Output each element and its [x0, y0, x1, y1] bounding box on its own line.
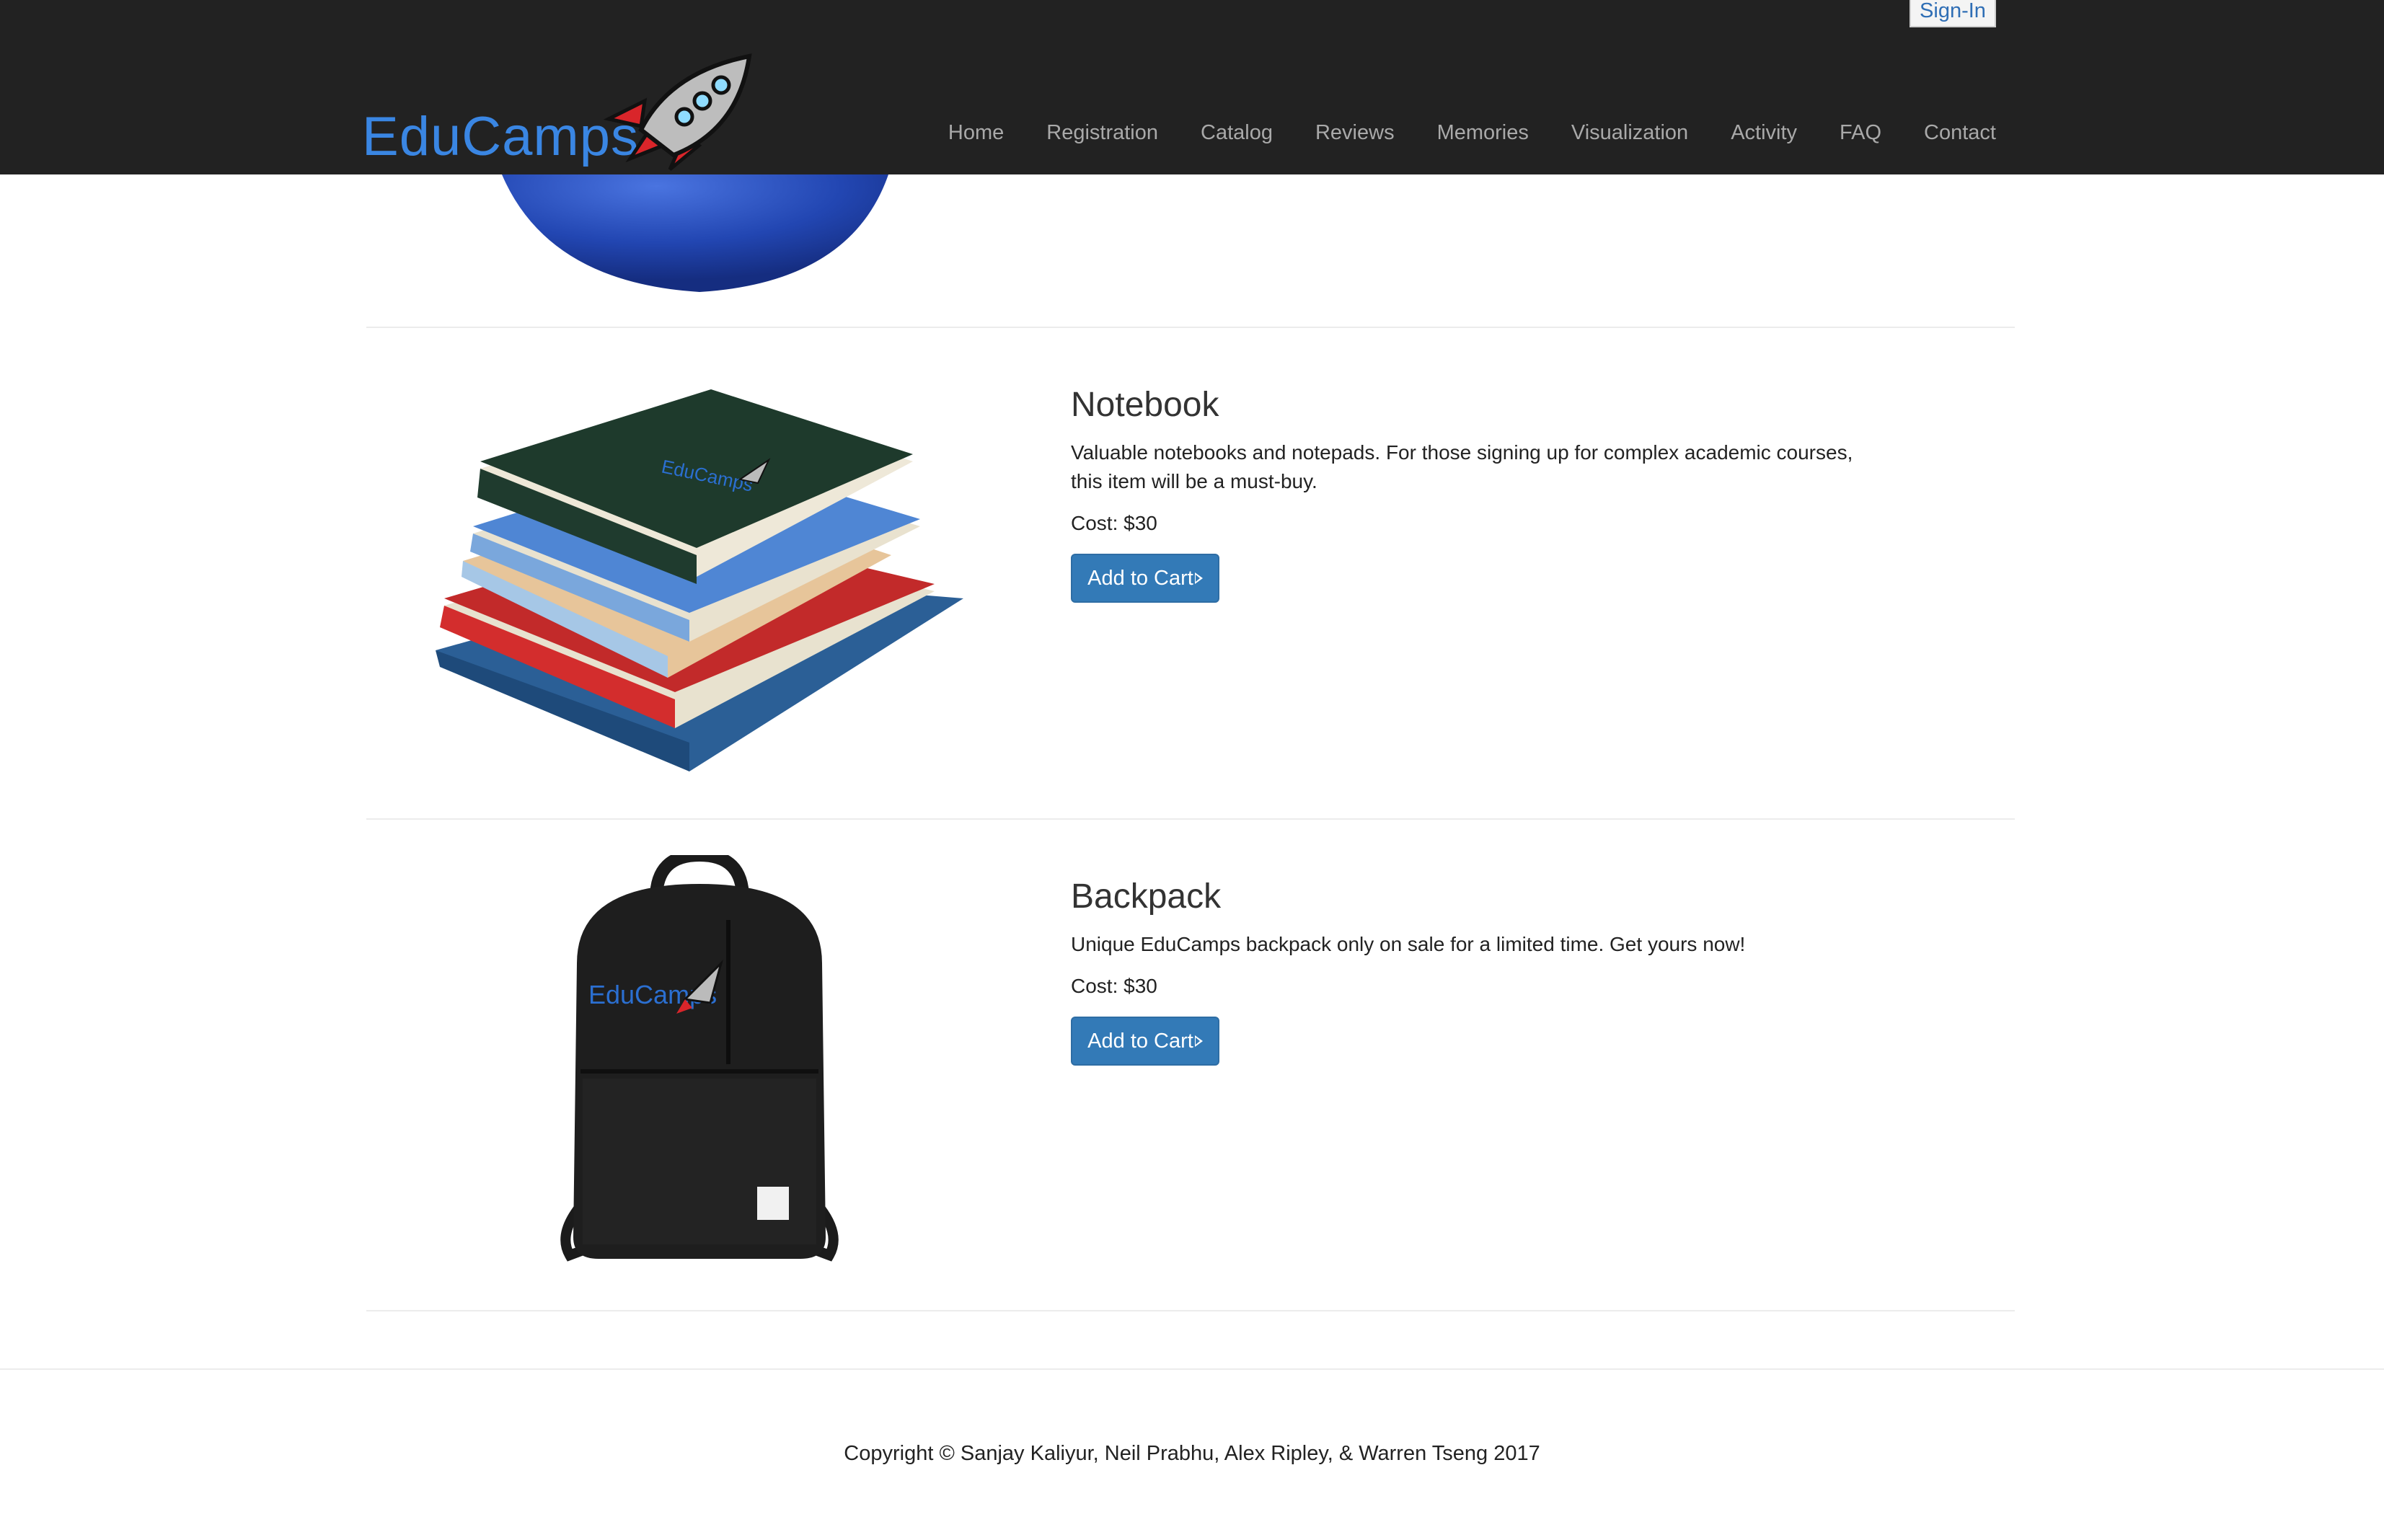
nav-activity[interactable]: Activity: [1731, 121, 1797, 145]
add-to-cart-button[interactable]: Add to Cart: [1071, 1017, 1219, 1066]
nav-reviews[interactable]: Reviews: [1315, 121, 1395, 145]
add-to-cart-label: Add to Cart: [1087, 566, 1193, 590]
product-cost: Cost: $30: [1071, 512, 1157, 534]
triangle-right-icon: [1194, 1035, 1203, 1047]
nav-catalog[interactable]: Catalog: [1201, 121, 1273, 145]
section-divider: [366, 1310, 2015, 1311]
product-description: Valuable notebooks and notepads. For tho…: [1071, 441, 1853, 492]
logo-text: EduCamps: [362, 106, 639, 167]
nav-registration[interactable]: Registration: [1046, 121, 1158, 145]
add-to-cart-label: Add to Cart: [1087, 1029, 1193, 1053]
rocket-icon: [603, 53, 752, 171]
sign-in-button[interactable]: Sign-In: [1910, 0, 1996, 27]
nav-visualization[interactable]: Visualization: [1571, 121, 1688, 145]
product-title: Notebook: [1071, 386, 1219, 424]
product-description: Unique EduCamps backpack only on sale fo…: [1071, 933, 1746, 955]
triangle-right-icon: [1194, 572, 1203, 584]
main-nav: Home Registration Catalog Reviews Memori…: [906, 121, 1996, 145]
section-divider: [366, 327, 2015, 328]
product-title: Backpack: [1071, 877, 1222, 916]
section-divider: [366, 818, 2015, 820]
add-to-cart-button[interactable]: Add to Cart: [1071, 554, 1219, 603]
footer-divider: [0, 1368, 2384, 1370]
exercise-ball-image: [502, 174, 888, 292]
product-cost: Cost: $30: [1071, 975, 1157, 997]
black-backpack-image: EduCamps: [560, 855, 839, 1262]
nav-home[interactable]: Home: [948, 121, 1004, 145]
educamps-logo[interactable]: EduCamps: [356, 50, 760, 173]
nav-contact[interactable]: Contact: [1924, 121, 1996, 145]
stack-of-books-image: EduCamps: [436, 389, 963, 771]
copyright-text: Copyright © Sanjay Kaliyur, Neil Prabhu,…: [844, 1442, 1540, 1465]
nav-memories[interactable]: Memories: [1437, 121, 1529, 145]
top-navbar: Sign-In EduCamps Home Registration Catal…: [0, 0, 2384, 174]
nav-faq[interactable]: FAQ: [1840, 121, 1881, 145]
